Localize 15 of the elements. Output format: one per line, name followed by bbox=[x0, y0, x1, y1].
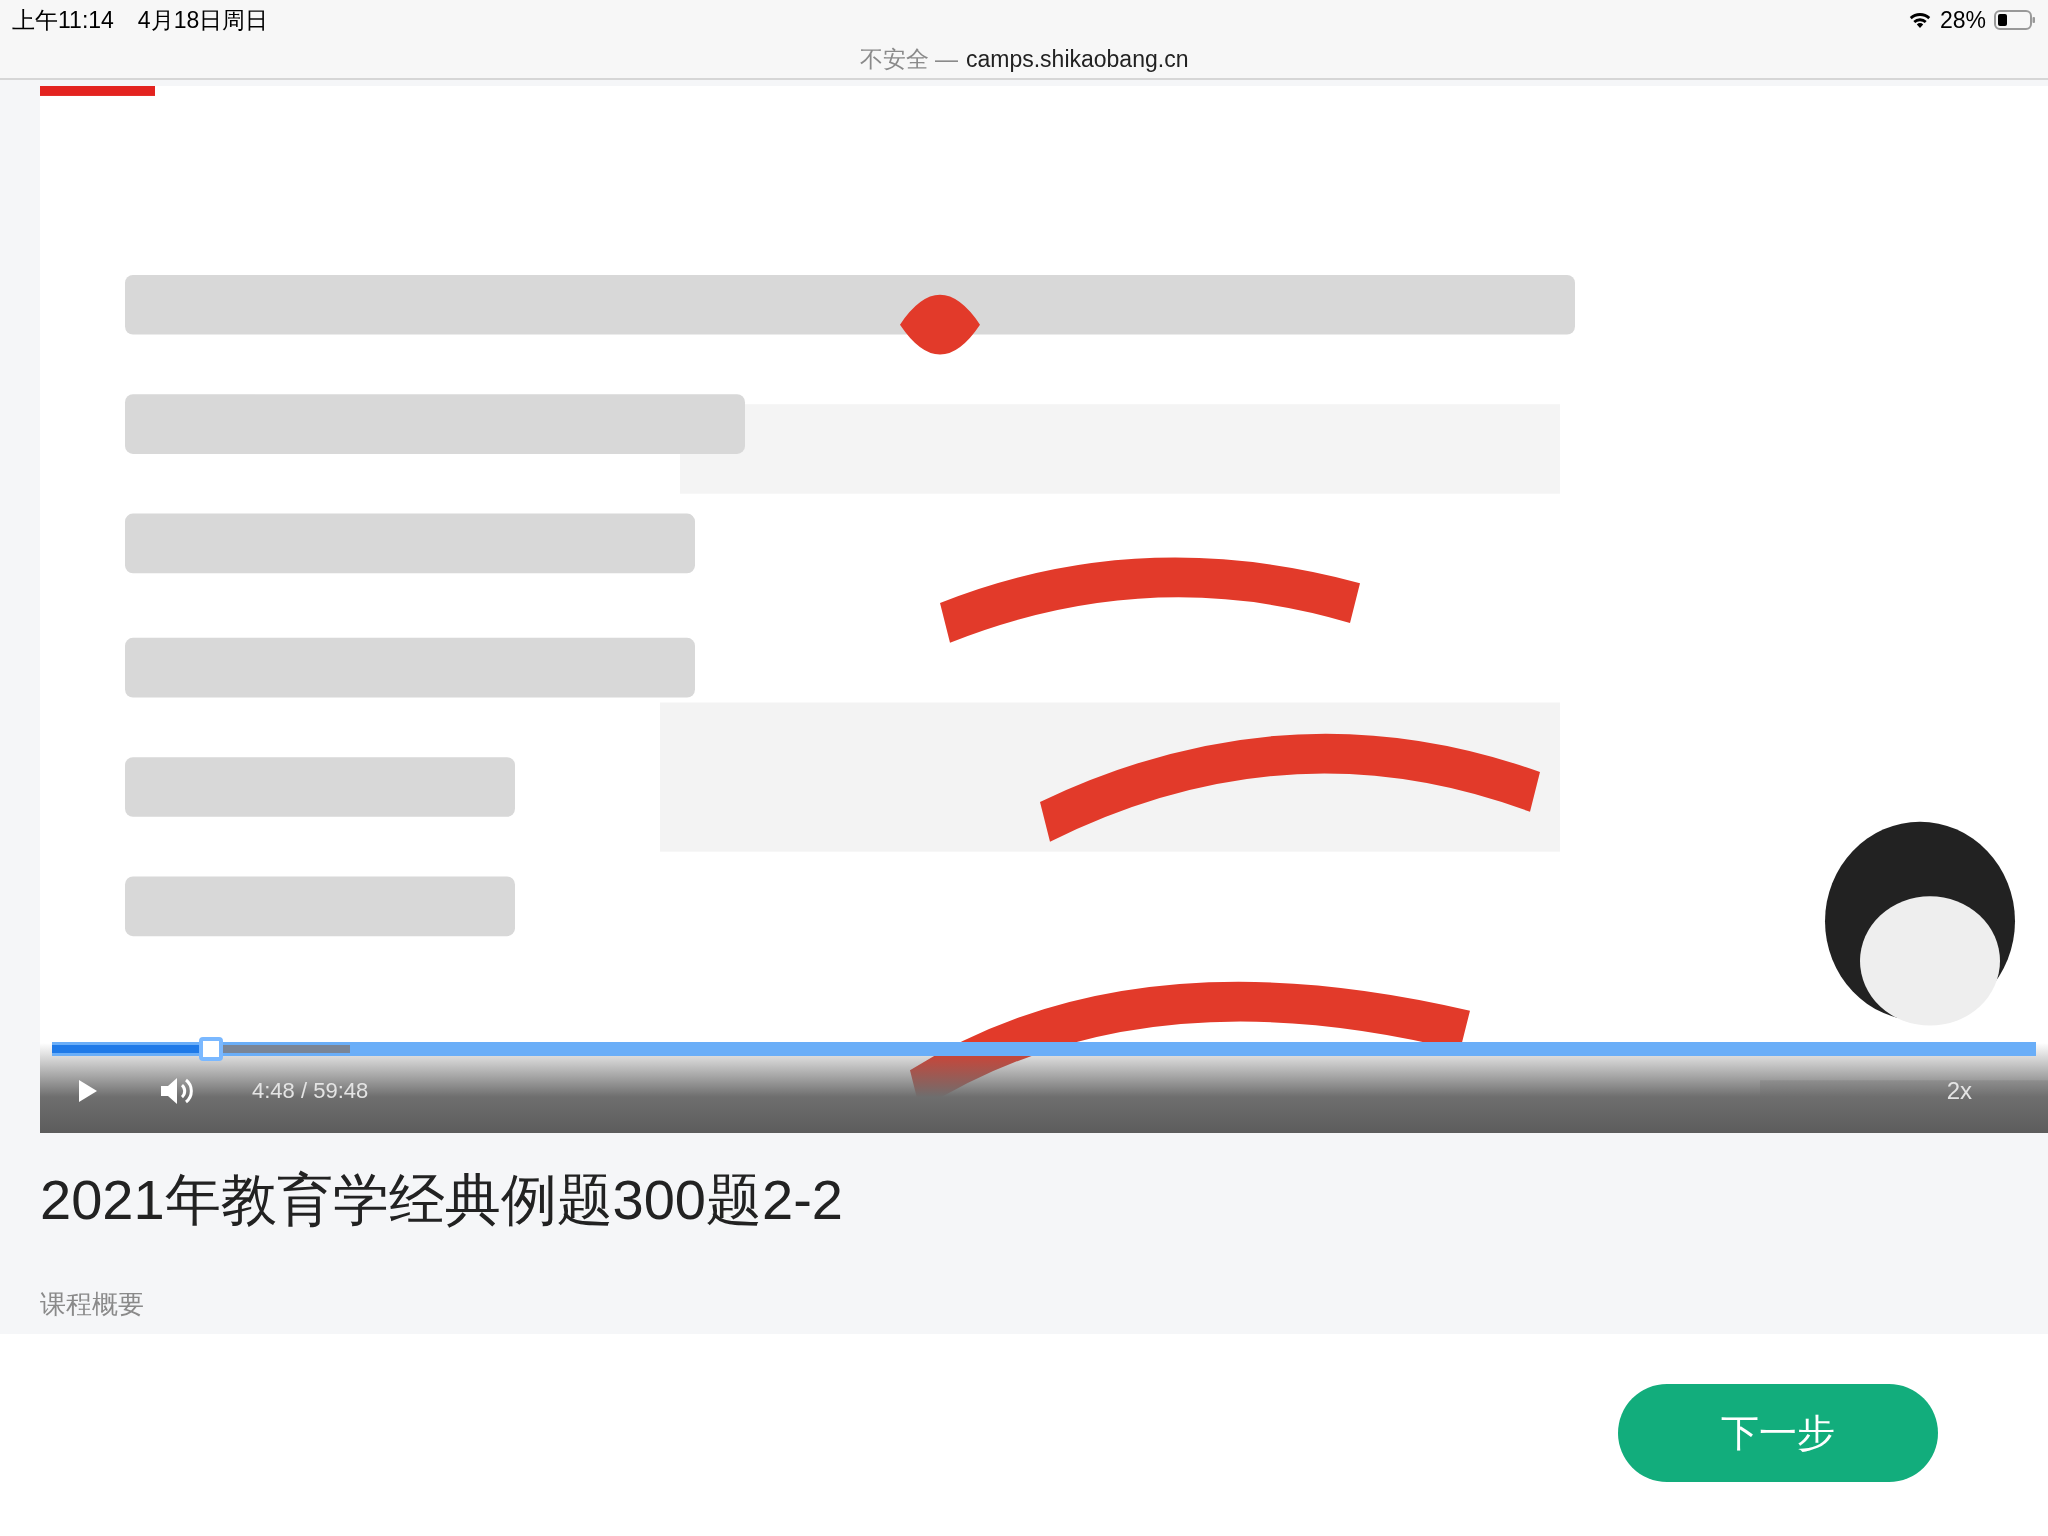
volume-icon[interactable] bbox=[160, 1076, 194, 1106]
wifi-icon bbox=[1907, 11, 1932, 29]
next-button[interactable]: 下一步 bbox=[1618, 1384, 1938, 1482]
play-icon[interactable] bbox=[78, 1079, 98, 1103]
progress-thumb[interactable] bbox=[198, 1037, 223, 1061]
url-text: camps.shikaobang.cn bbox=[965, 45, 1189, 73]
speed-button[interactable]: 2x bbox=[1942, 1077, 1976, 1105]
section-label: 课程概要 bbox=[40, 1288, 145, 1321]
status-date: 4月18日周日 bbox=[137, 5, 269, 35]
status-time: 上午11:14 bbox=[12, 5, 114, 35]
battery-percent: 28% bbox=[1939, 6, 1986, 34]
course-title: 2021年教育学经典例题300题2-2 bbox=[40, 1167, 844, 1233]
battery-icon bbox=[1994, 10, 2036, 30]
video-time: 4:48 / 59:48 bbox=[252, 1078, 369, 1104]
security-label: 不安全 — bbox=[859, 44, 958, 74]
